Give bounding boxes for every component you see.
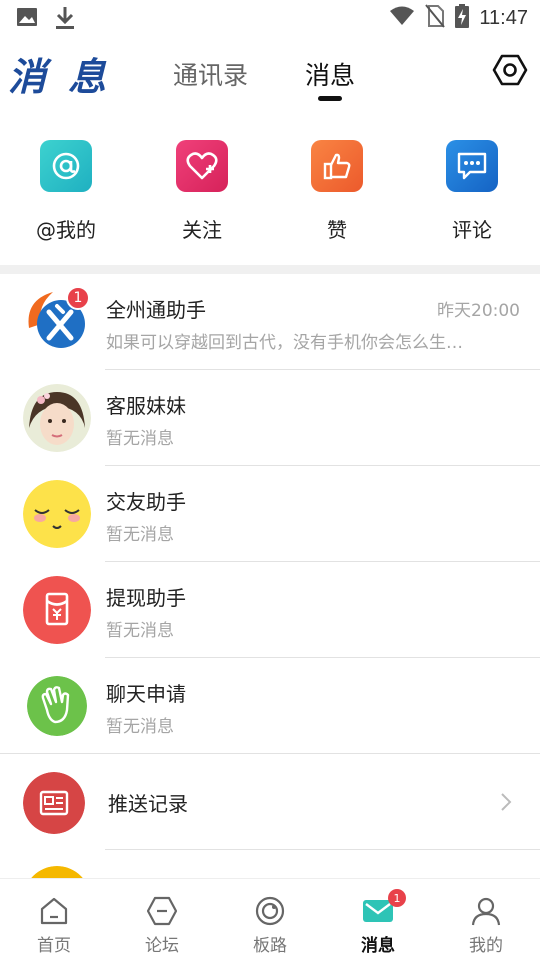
contact-name: 全州通助手 xyxy=(106,298,206,322)
no-sim-icon xyxy=(425,4,446,32)
page-logo: 消息 xyxy=(8,55,129,99)
bottom-navigation: 首页 论坛 板路 1 消息 我的 xyxy=(0,878,540,960)
nav-label: 板路 xyxy=(253,936,287,956)
message-row-dating-assistant[interactable]: 交友助手 暂无消息 xyxy=(0,466,540,562)
contact-name: 交友助手 xyxy=(106,490,186,514)
mail-icon: 1 xyxy=(362,889,406,927)
message-row-push-history[interactable]: 推送记录 xyxy=(0,754,540,850)
comment-icon xyxy=(446,140,498,192)
download-icon xyxy=(54,6,76,34)
avatar xyxy=(23,480,91,548)
quick-action-label: 评论 xyxy=(452,218,492,242)
quick-action-follow[interactable]: 关注 xyxy=(142,140,262,243)
nav-forum[interactable]: 论坛 xyxy=(108,879,216,960)
user-icon xyxy=(470,895,502,927)
quick-action-label: @我的 xyxy=(36,218,96,242)
section-divider xyxy=(0,265,540,274)
image-icon xyxy=(16,6,38,34)
contact-name: 聊天申请 xyxy=(106,682,186,706)
message-preview: 暂无消息 xyxy=(106,525,174,545)
red-envelope-icon xyxy=(23,576,91,644)
message-row-withdraw-assistant[interactable]: 提现助手 暂无消息 xyxy=(0,562,540,658)
message-time: 昨天20:00 xyxy=(437,301,520,321)
message-row-chat-request[interactable]: 聊天申请 暂无消息 xyxy=(0,658,540,754)
tab-contacts[interactable]: 通讯录 xyxy=(173,56,248,92)
nav-label: 论坛 xyxy=(145,936,179,956)
message-preview: 暂无消息 xyxy=(106,429,174,449)
contact-name: 推送记录 xyxy=(108,792,188,816)
message-preview: 暂无消息 xyxy=(106,717,174,737)
at-icon xyxy=(40,140,92,192)
news-icon xyxy=(23,772,85,834)
thumbs-up-icon xyxy=(311,140,363,192)
message-list: 1 全州通助手 如果可以穿越回到古代，没有手机你会怎么生… 昨天20:00 客服… xyxy=(0,274,540,946)
unread-badge: 1 xyxy=(66,286,90,310)
contact-name: 客服妹妹 xyxy=(106,394,186,418)
home-icon xyxy=(38,895,70,927)
gear-icon xyxy=(492,54,528,86)
wave-hand-icon xyxy=(27,676,87,736)
nav-messages[interactable]: 1 消息 xyxy=(324,879,432,960)
message-row-quanzhoutong[interactable]: 1 全州通助手 如果可以穿越回到古代，没有手机你会怎么生… 昨天20:00 xyxy=(0,274,540,370)
clock: 11:47 xyxy=(479,6,528,29)
quick-action-label: 赞 xyxy=(327,218,347,242)
nav-banlu[interactable]: 板路 xyxy=(216,879,324,960)
compass-icon xyxy=(254,895,286,927)
nav-profile[interactable]: 我的 xyxy=(432,879,540,960)
messages-screen: 11:47 消息 通讯录 消息 @我的 关注 赞 评论 1 全州通助手 如果可以… xyxy=(0,0,540,960)
message-preview: 如果可以穿越回到古代，没有手机你会怎么生… xyxy=(106,333,463,353)
tab-messages[interactable]: 消息 xyxy=(305,56,355,92)
quick-action-mentions[interactable]: @我的 xyxy=(6,140,126,243)
message-preview: 暂无消息 xyxy=(106,621,174,641)
heart-plus-icon xyxy=(176,140,228,192)
contact-name: 提现助手 xyxy=(106,586,186,610)
status-bar: 11:47 xyxy=(0,0,540,36)
quick-action-label: 关注 xyxy=(182,218,222,242)
nav-home[interactable]: 首页 xyxy=(0,879,108,960)
message-row-customer-service[interactable]: 客服妹妹 暂无消息 xyxy=(0,370,540,466)
forum-icon xyxy=(146,895,178,927)
battery-charging-icon xyxy=(455,4,470,32)
nav-label: 我的 xyxy=(469,936,503,956)
wifi-icon xyxy=(389,5,415,31)
nav-label: 首页 xyxy=(37,936,71,956)
nav-label: 消息 xyxy=(361,936,395,956)
quick-action-likes[interactable]: 赞 xyxy=(277,140,397,243)
unread-badge: 1 xyxy=(388,889,406,907)
quick-actions: @我的 关注 赞 评论 xyxy=(0,140,540,250)
avatar xyxy=(23,384,91,452)
settings-button[interactable] xyxy=(492,52,528,88)
quick-action-comments[interactable]: 评论 xyxy=(412,140,532,243)
active-tab-indicator xyxy=(318,96,342,101)
header: 消息 通讯录 消息 xyxy=(0,36,540,106)
chevron-right-icon xyxy=(500,792,512,816)
